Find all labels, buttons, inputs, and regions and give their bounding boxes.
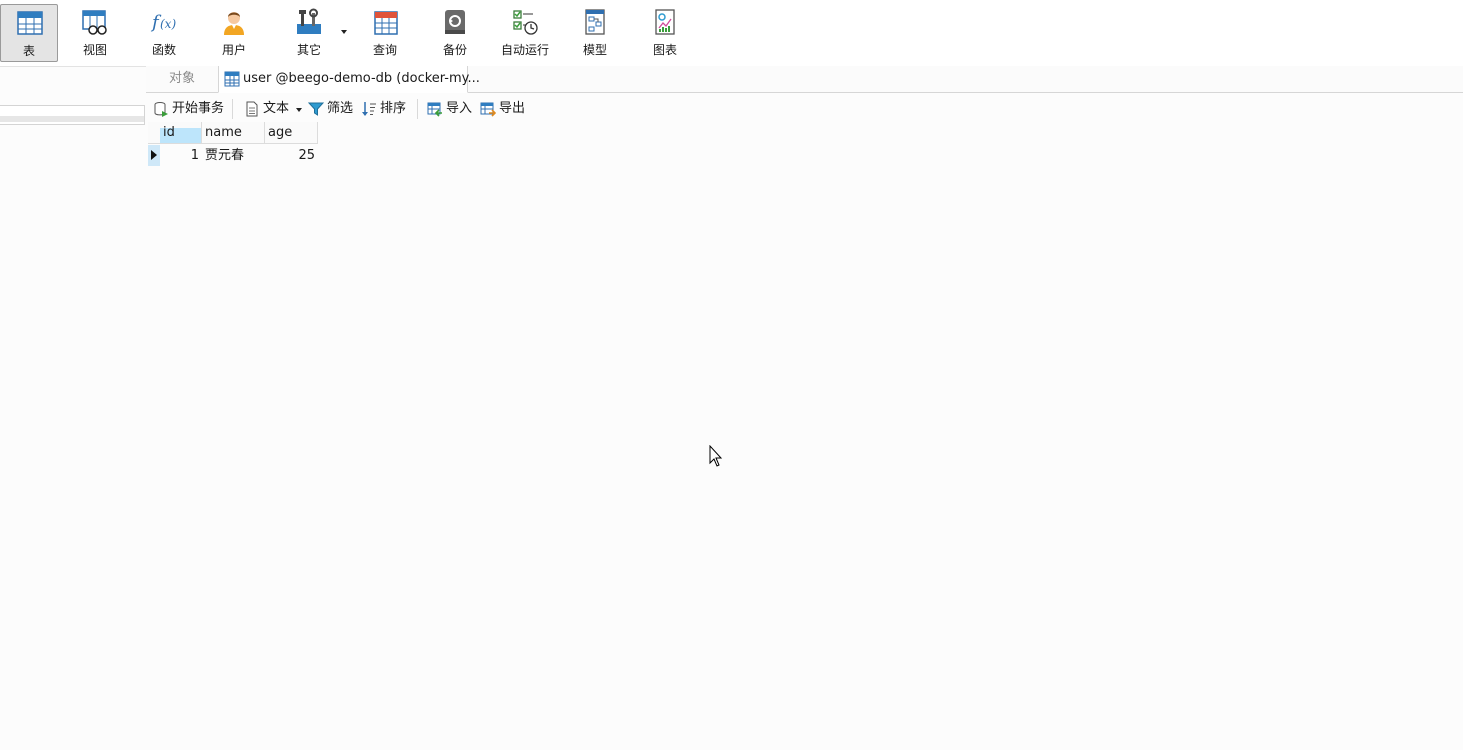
text-view-label: 文本: [263, 101, 290, 116]
import-icon: [427, 102, 442, 117]
current-row-indicator[interactable]: [148, 145, 160, 166]
toolbar-divider: [417, 99, 418, 119]
main-ribbon: 表 视图 f (x) 函数 用户 其它 查询 备份 自动运行 模型 图表: [0, 0, 1463, 67]
chart-icon: [655, 9, 675, 35]
ribbon-label: 备份: [442, 43, 467, 57]
other-dropdown-caret[interactable]: [341, 30, 347, 34]
ribbon-label: 用户: [221, 43, 246, 57]
column-header-age[interactable]: age: [265, 122, 318, 144]
ribbon-query-button[interactable]: 查询: [356, 4, 414, 62]
filter-label: 筛选: [327, 101, 354, 116]
table-cell-id[interactable]: 1: [160, 145, 202, 166]
user-icon: [224, 12, 244, 35]
begin-transaction-label: 开始事务: [172, 101, 225, 116]
automation-icon: [513, 10, 538, 35]
ribbon-other-button[interactable]: 其它: [280, 4, 338, 62]
ribbon-model-button[interactable]: 模型: [566, 4, 624, 62]
ribbon-label: 自动运行: [500, 43, 549, 57]
ribbon-label: 图表: [652, 43, 677, 57]
object-tree-panel: [0, 67, 146, 750]
ribbon-backup-button[interactable]: 备份: [426, 4, 484, 62]
tab-user-table[interactable]: user @beego-demo-db (docker-my...: [218, 66, 480, 93]
function-icon: f (x): [150, 12, 176, 33]
ribbon-user-button[interactable]: 用户: [205, 4, 263, 62]
import-label: 导入: [446, 101, 473, 116]
ribbon-view-button[interactable]: 视图: [66, 4, 124, 62]
toolbar-divider: [232, 99, 233, 119]
ribbon-automation-button[interactable]: 自动运行: [490, 4, 560, 62]
svg-text:(x): (x): [160, 17, 176, 31]
tab-objects[interactable]: 对象: [146, 66, 218, 92]
column-header-name[interactable]: name: [202, 122, 265, 144]
tab-title: user @beego-demo-db (docker-my...: [243, 71, 480, 86]
column-header-id[interactable]: id: [160, 122, 202, 144]
mouse-cursor-icon: [709, 445, 723, 467]
search-bar-fill: [0, 116, 144, 122]
model-icon: [585, 9, 605, 35]
row-pointer-icon: [151, 150, 157, 160]
export-icon: [480, 102, 496, 117]
ribbon-function-button[interactable]: f (x) 函数: [135, 4, 193, 62]
ribbon-table-button[interactable]: 表: [0, 4, 58, 62]
editor-tab-bar: 对象 user @beego-demo-db (docker-my...: [146, 66, 1463, 93]
table-icon: [17, 11, 43, 35]
transaction-icon: [154, 102, 168, 117]
backup-icon: [445, 10, 465, 34]
grid-corner: [148, 122, 160, 144]
table-icon: [224, 71, 240, 87]
document-icon: [246, 101, 258, 117]
ribbon-chart-button[interactable]: 图表: [636, 4, 694, 62]
tools-icon: [297, 8, 321, 34]
ribbon-label: 视图: [82, 43, 107, 57]
sort-icon: [362, 102, 376, 116]
object-search-input[interactable]: [0, 105, 145, 125]
sort-label: 排序: [380, 101, 407, 116]
data-toolbar: 开始事务 文本 筛选 排序 导入 导出: [146, 96, 1463, 122]
ribbon-label: 模型: [582, 43, 607, 57]
export-label: 导出: [499, 101, 526, 116]
ribbon-label: 函数: [151, 43, 176, 57]
ribbon-label: 其它: [296, 43, 321, 57]
table-cell-name[interactable]: 贾元春: [202, 145, 265, 166]
text-dropdown-caret[interactable]: [296, 108, 302, 112]
filter-icon: [308, 102, 324, 116]
query-icon: [374, 11, 398, 35]
table-cell-age[interactable]: 25: [265, 145, 318, 166]
ribbon-label: 查询: [372, 43, 397, 57]
ribbon-label: 表: [22, 44, 35, 58]
view-icon: [82, 10, 107, 35]
